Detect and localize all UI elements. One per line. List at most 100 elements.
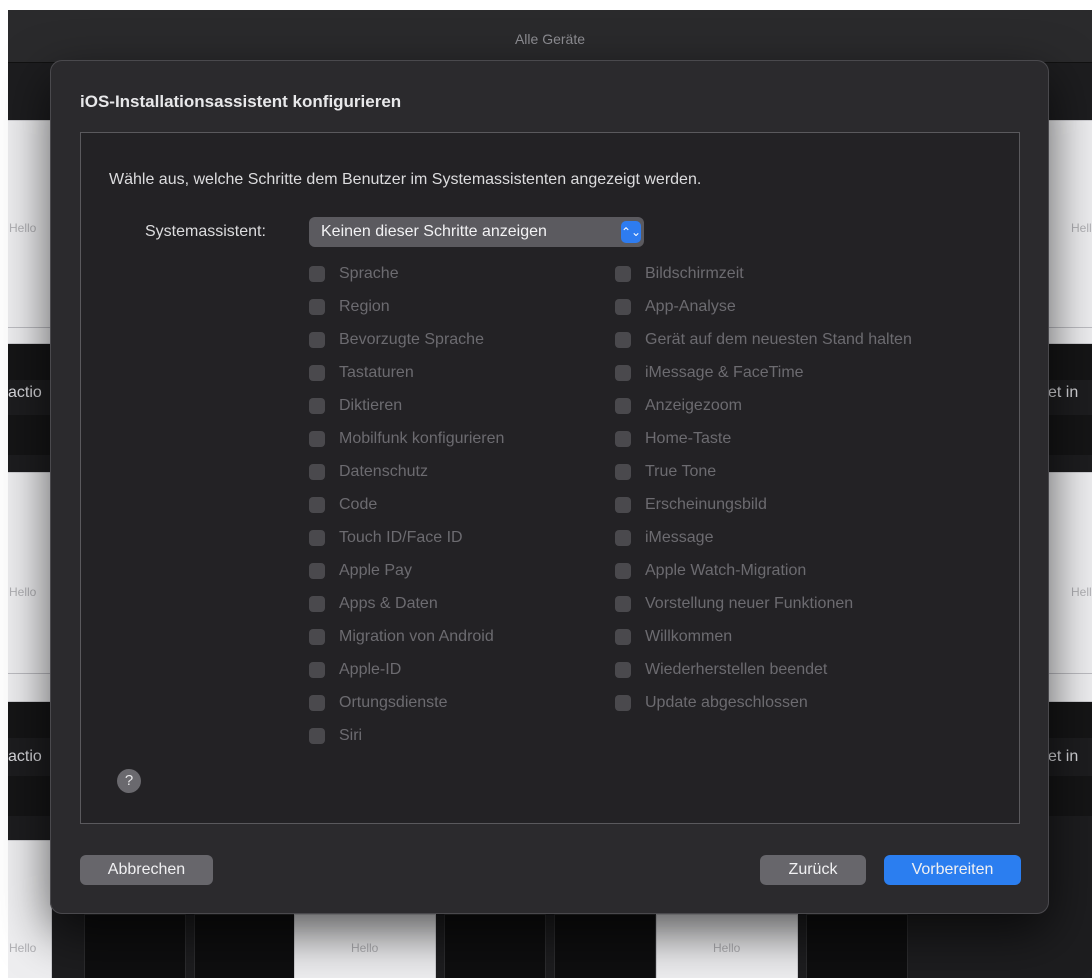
step-checkbox[interactable]: Apple Pay bbox=[309, 560, 412, 582]
checkbox-box[interactable] bbox=[615, 695, 631, 711]
step-checkbox[interactable]: Ortungsdienste bbox=[309, 692, 448, 714]
step-checkbox[interactable]: Apple-ID bbox=[309, 659, 401, 681]
step-checkbox[interactable]: App-Analyse bbox=[615, 296, 736, 318]
step-checkbox[interactable]: Mobilfunk konfigurieren bbox=[309, 428, 504, 450]
back-button[interactable]: Zurück bbox=[760, 855, 866, 885]
instruction-text: Wähle aus, welche Schritte dem Benutzer … bbox=[109, 171, 702, 188]
step-checkbox[interactable]: Sprache bbox=[309, 263, 399, 285]
checkbox-label: Touch ID/Face ID bbox=[339, 529, 463, 546]
background-tile bbox=[194, 914, 296, 978]
checkbox-box[interactable] bbox=[309, 299, 325, 315]
checkbox-box[interactable] bbox=[615, 596, 631, 612]
step-checkbox[interactable]: iMessage bbox=[615, 527, 713, 549]
checkbox-box[interactable] bbox=[615, 629, 631, 645]
step-checkbox[interactable]: Gerät auf dem neuesten Stand halten bbox=[615, 329, 912, 351]
background-action-text: et in bbox=[1048, 748, 1079, 765]
checkbox-label: Willkommen bbox=[645, 628, 733, 645]
up-down-chevron-icon: ⌃⌄ bbox=[621, 221, 641, 243]
steps-panel: Wähle aus, welche Schritte dem Benutzer … bbox=[80, 132, 1020, 824]
step-checkbox[interactable]: Code bbox=[309, 494, 377, 516]
checkbox-box[interactable] bbox=[309, 530, 325, 546]
step-checkbox[interactable]: Update abgeschlossen bbox=[615, 692, 808, 714]
step-checkbox[interactable]: Home-Taste bbox=[615, 428, 731, 450]
checkbox-box[interactable] bbox=[615, 464, 631, 480]
background-device-card: Hello bbox=[1048, 120, 1092, 344]
background-card-label: Hello bbox=[9, 941, 37, 955]
checkbox-label: Ortungsdienste bbox=[339, 694, 448, 711]
checkbox-box[interactable] bbox=[309, 695, 325, 711]
checkbox-label: iMessage bbox=[645, 529, 714, 546]
background-card-label: Hello bbox=[1071, 221, 1092, 235]
background-card-label: Hello bbox=[9, 585, 37, 599]
checkbox-label: Gerät auf dem neuesten Stand halten bbox=[645, 331, 912, 348]
background-card-label: Hello bbox=[9, 221, 37, 235]
checkbox-box[interactable] bbox=[615, 332, 631, 348]
step-checkbox[interactable]: Migration von Android bbox=[309, 626, 494, 648]
checkbox-label: iMessage & FaceTime bbox=[645, 364, 804, 381]
step-checkbox[interactable]: Datenschutz bbox=[309, 461, 428, 483]
checkbox-label: Tastaturen bbox=[339, 364, 414, 381]
checkbox-box[interactable] bbox=[309, 464, 325, 480]
background-tile bbox=[806, 914, 908, 978]
cancel-button[interactable]: Abbrechen bbox=[80, 855, 213, 885]
step-checkbox[interactable]: Wiederherstellen beendet bbox=[615, 659, 827, 681]
step-checkbox[interactable]: Bevorzugte Sprache bbox=[309, 329, 484, 351]
checkbox-box[interactable] bbox=[309, 629, 325, 645]
checkbox-box[interactable] bbox=[615, 530, 631, 546]
checkbox-box[interactable] bbox=[615, 662, 631, 678]
step-checkbox[interactable]: Touch ID/Face ID bbox=[309, 527, 463, 549]
checkbox-label: Code bbox=[339, 496, 378, 513]
step-checkbox[interactable]: Bildschirmzeit bbox=[615, 263, 744, 285]
checkbox-label: Wiederherstellen beendet bbox=[645, 661, 828, 678]
step-checkbox[interactable]: Apps & Daten bbox=[309, 593, 438, 615]
step-checkbox[interactable]: Region bbox=[309, 296, 390, 318]
checkbox-box[interactable] bbox=[309, 431, 325, 447]
checkbox-box[interactable] bbox=[615, 431, 631, 447]
checkbox-box[interactable] bbox=[309, 398, 325, 414]
checkbox-box[interactable] bbox=[615, 365, 631, 381]
step-checkbox[interactable]: Erscheinungsbild bbox=[615, 494, 767, 516]
checkbox-label: Datenschutz bbox=[339, 463, 428, 480]
background-window-title: Alle Geräte bbox=[8, 10, 1092, 63]
step-checkbox[interactable]: Tastaturen bbox=[309, 362, 414, 384]
checkbox-label: Erscheinungsbild bbox=[645, 496, 767, 513]
checkbox-label: App-Analyse bbox=[645, 298, 736, 315]
checkbox-label: Siri bbox=[339, 727, 363, 744]
checkbox-box[interactable] bbox=[615, 563, 631, 579]
step-checkbox[interactable]: Diktieren bbox=[309, 395, 402, 417]
prepare-button[interactable]: Vorbereiten bbox=[884, 855, 1021, 885]
assistant-label: Systemassistent: bbox=[145, 223, 266, 240]
checkbox-label: Vorstellung neuer Funktionen bbox=[645, 595, 854, 612]
help-button[interactable]: ? bbox=[117, 769, 141, 793]
checkbox-box[interactable] bbox=[309, 662, 325, 678]
step-checkbox[interactable]: Siri bbox=[309, 725, 362, 747]
step-checkbox[interactable]: Anzeigezoom bbox=[615, 395, 742, 417]
assistant-popup-button[interactable]: Keinen dieser Schritte anzeigen ⌃⌄ bbox=[309, 217, 644, 247]
checkbox-box[interactable] bbox=[615, 497, 631, 513]
background-device-card: Hello bbox=[1048, 472, 1092, 702]
assistant-selected-value: Keinen dieser Schritte anzeigen bbox=[321, 223, 547, 240]
checkbox-box[interactable] bbox=[615, 398, 631, 414]
divider bbox=[8, 327, 51, 328]
checkbox-box[interactable] bbox=[309, 596, 325, 612]
checkbox-label: Sprache bbox=[339, 265, 399, 282]
checkbox-box[interactable] bbox=[309, 728, 325, 744]
checkbox-box[interactable] bbox=[309, 365, 325, 381]
checkbox-box[interactable] bbox=[309, 563, 325, 579]
checkbox-label: Diktieren bbox=[339, 397, 403, 414]
checkbox-label: Mobilfunk konfigurieren bbox=[339, 430, 505, 447]
step-checkbox[interactable]: Willkommen bbox=[615, 626, 732, 648]
checkbox-box[interactable] bbox=[309, 266, 325, 282]
checkbox-box[interactable] bbox=[309, 332, 325, 348]
checkbox-box[interactable] bbox=[615, 266, 631, 282]
step-checkbox[interactable]: True Tone bbox=[615, 461, 716, 483]
checkbox-box[interactable] bbox=[615, 299, 631, 315]
background-card-label: Hello bbox=[1071, 585, 1092, 599]
checkbox-label: Home-Taste bbox=[645, 430, 732, 447]
background-action-text: et in bbox=[1048, 384, 1079, 401]
step-checkbox[interactable]: Vorstellung neuer Funktionen bbox=[615, 593, 853, 615]
step-checkbox[interactable]: iMessage & FaceTime bbox=[615, 362, 804, 384]
divider bbox=[1049, 673, 1092, 674]
checkbox-box[interactable] bbox=[309, 497, 325, 513]
step-checkbox[interactable]: Apple Watch-Migration bbox=[615, 560, 806, 582]
